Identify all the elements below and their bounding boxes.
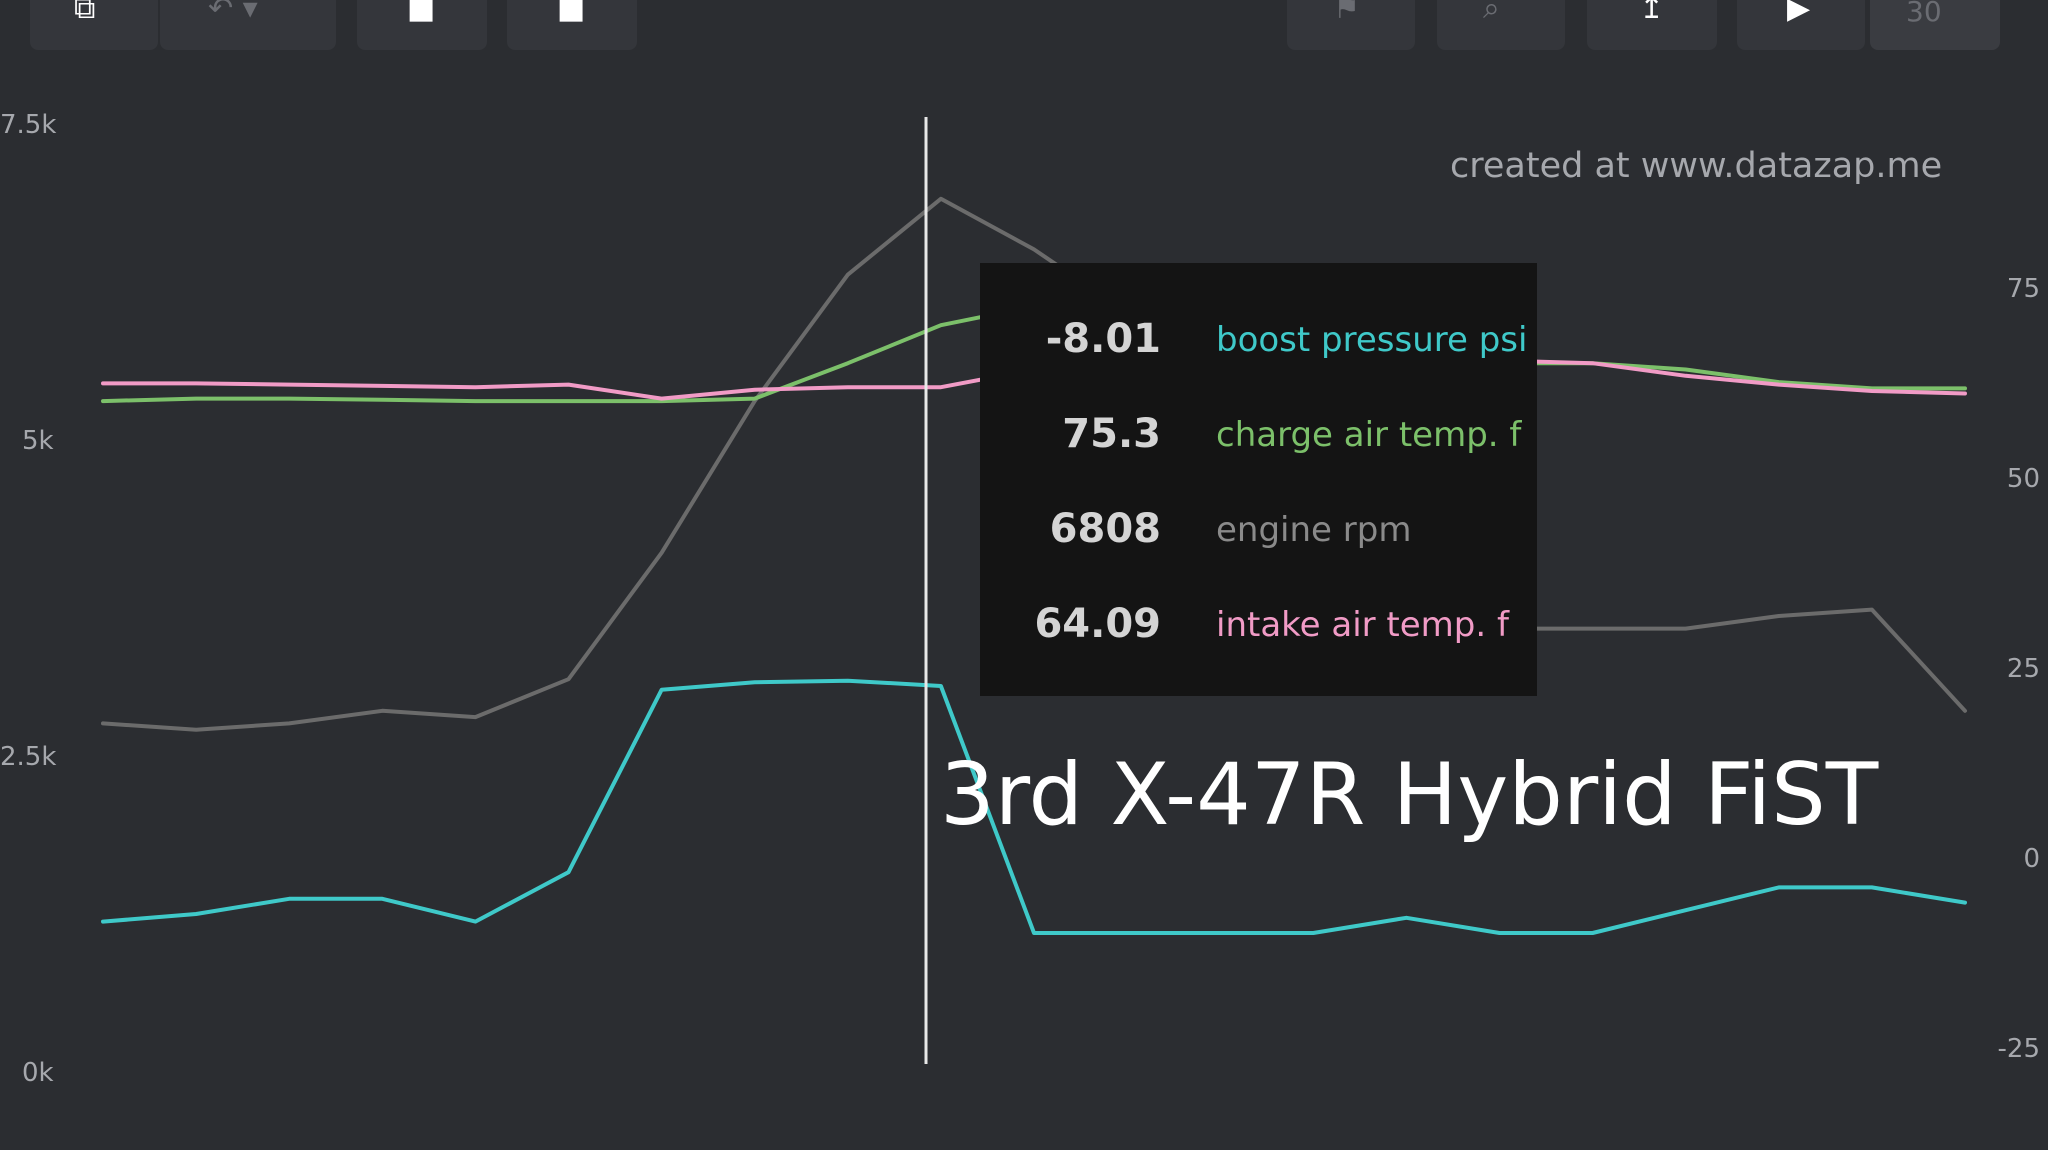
tooltip: -8.01 boost pressure psi 75.3 charge air… [980,263,1537,696]
tooltip-value: 64.09 [1034,601,1161,647]
tooltip-row-rpm: 6808 engine rpm [980,498,1537,558]
tooltip-row-intake-air: 64.09 intake air temp. f [980,593,1537,653]
tooltip-label: engine rpm [1216,510,1412,550]
right-axis-tick: -25 [1998,1034,2040,1064]
left-axis-tick: 5k [22,426,54,456]
left-axis-tick: 0k [22,1058,54,1088]
left-axis-tick: 2.5k [0,742,56,772]
tooltip-value: -8.01 [1045,316,1161,362]
tooltip-label: charge air temp. f [1216,415,1522,455]
right-axis-tick: 25 [2007,654,2040,684]
right-axis-tick: 75 [2007,274,2040,304]
watermark: created at www.datazap.me [1450,146,1943,186]
title-overlay: 3rd X-47R Hybrid FiST [940,745,1879,845]
tooltip-label: intake air temp. f [1216,605,1509,645]
tooltip-row-charge-air: 75.3 charge air temp. f [980,403,1537,463]
tooltip-label: boost pressure psi [1216,320,1528,360]
left-axis-tick: 7.5k [0,110,56,140]
right-axis-tick: 0 [2023,844,2040,874]
right-axis-tick: 50 [2007,464,2040,494]
tooltip-value: 75.3 [1062,411,1161,457]
tooltip-value: 6808 [1049,506,1161,552]
tooltip-row-boost: -8.01 boost pressure psi [980,308,1537,368]
